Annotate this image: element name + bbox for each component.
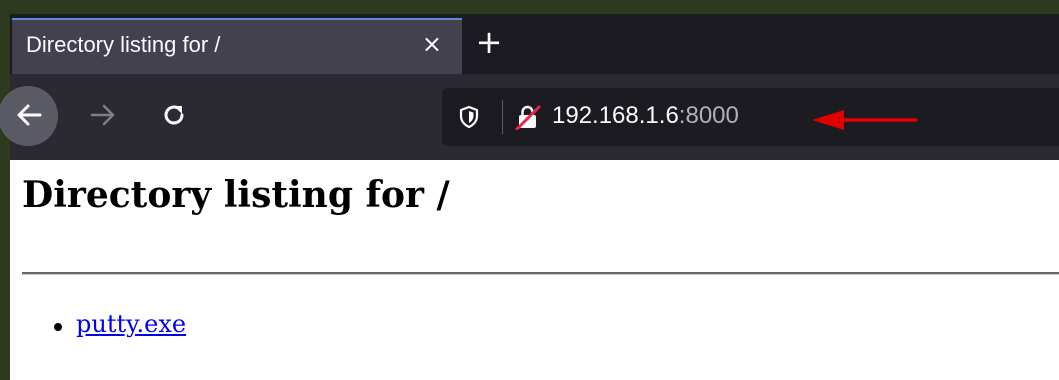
new-tab-button[interactable]: + [472, 26, 506, 58]
horizontal-rule [22, 272, 1059, 275]
bullet-icon [54, 323, 62, 331]
page-content: Directory listing for / putty.exe [10, 160, 1059, 380]
insecure-lock-icon[interactable] [514, 104, 542, 130]
reload-button[interactable] [160, 101, 188, 129]
page-title: Directory listing for / [22, 174, 450, 216]
urlbar-separator [502, 100, 503, 134]
url-text[interactable]: 192.168.1.6:8000 [552, 102, 739, 130]
shield-icon[interactable] [458, 105, 480, 129]
url-port: :8000 [678, 102, 739, 129]
arrow-left-icon [17, 104, 42, 126]
arrow-right-icon [90, 104, 115, 126]
address-bar[interactable]: 192.168.1.6:8000 [442, 88, 1059, 146]
browser-window: Directory listing for / × + 192.168.1.6:… [0, 0, 1059, 380]
tab-title: Directory listing for / [26, 32, 221, 57]
file-list: putty.exe [54, 310, 186, 338]
back-button[interactable] [0, 86, 58, 146]
tab-bar: Directory listing for / × + [10, 14, 1059, 74]
forward-button[interactable] [90, 102, 116, 128]
file-link-putty-exe[interactable]: putty.exe [76, 310, 186, 338]
tab-directory-listing[interactable]: Directory listing for / × [12, 18, 462, 74]
url-host: 192.168.1.6 [552, 102, 679, 129]
red-arrow-annotation-icon [812, 110, 918, 130]
list-item: putty.exe [54, 310, 186, 338]
reload-icon [164, 105, 184, 125]
tab-close-icon[interactable]: × [422, 30, 442, 58]
